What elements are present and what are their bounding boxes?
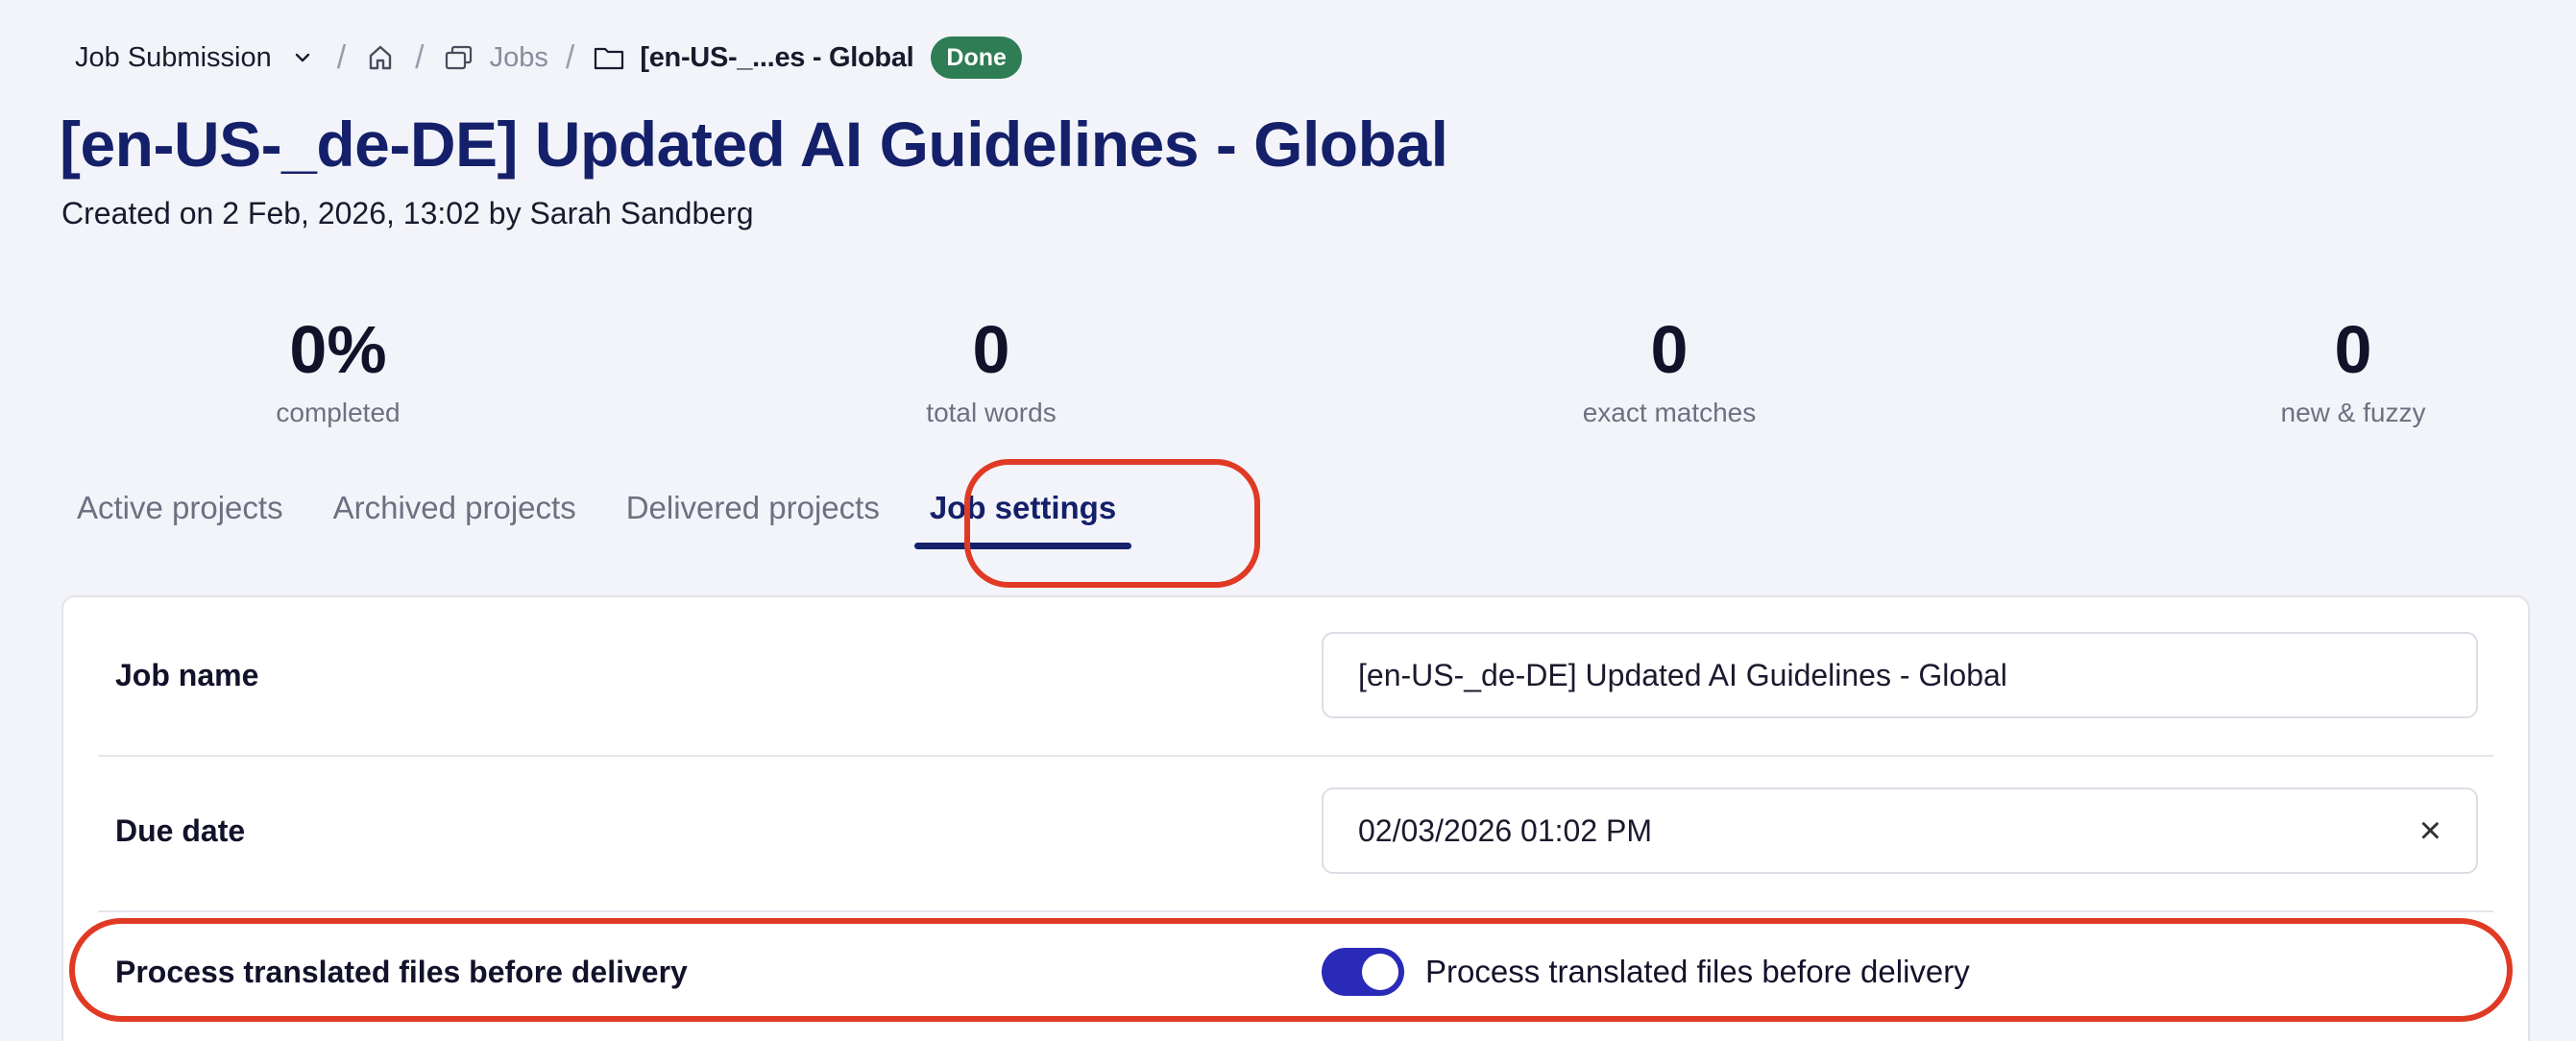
- tab-active-projects[interactable]: Active projects: [77, 480, 283, 549]
- breadcrumb-jobs[interactable]: Jobs: [442, 40, 548, 75]
- due-date-value: 02/03/2026 01:02 PM: [1358, 812, 1653, 848]
- job-name-label: Job name: [115, 657, 259, 692]
- stat-label: exact matches: [1582, 398, 1757, 427]
- folder-icon: [592, 40, 626, 75]
- job-name-input[interactable]: [en-US-_de-DE] Updated AI Guidelines - G…: [1322, 632, 2478, 718]
- breadcrumb-current-label: [en-US-_...es - Global: [640, 41, 914, 73]
- job-submission-dropdown[interactable]: Job Submission: [75, 40, 320, 75]
- breadcrumb-separator: /: [415, 38, 425, 76]
- stat-value: 0: [1650, 312, 1689, 387]
- highlight-annotation-tab: [964, 459, 1260, 588]
- job-name-row: Job name [en-US-_de-DE] Updated AI Guide…: [63, 632, 2528, 718]
- status-badge: Done: [931, 36, 1022, 79]
- divider: [98, 755, 2493, 757]
- job-name-value: [en-US-_de-DE] Updated AI Guidelines - G…: [1358, 657, 2007, 692]
- breadcrumb: Job Submission / / Jobs / [en-US-_...es …: [75, 35, 1022, 81]
- breadcrumb-jobs-label: Jobs: [489, 41, 548, 73]
- page-subtitle: Created on 2 Feb, 2026, 13:02 by Sarah S…: [61, 196, 754, 230]
- breadcrumb-current: [en-US-_...es - Global: [592, 40, 914, 75]
- divider: [98, 910, 2493, 912]
- due-date-input[interactable]: 02/03/2026 01:02 PM ×: [1322, 787, 2478, 874]
- stat-value: 0: [972, 312, 1010, 387]
- stat-label: completed: [276, 398, 401, 427]
- page-title: [en-US-_de-DE] Updated AI Guidelines - G…: [60, 109, 1448, 180]
- stat-value: 0%: [289, 312, 387, 387]
- stat-total-words: 0 total words: [799, 309, 1183, 428]
- home-icon[interactable]: [363, 40, 398, 75]
- breadcrumb-separator: /: [565, 38, 575, 76]
- highlight-annotation-row: [69, 918, 2513, 1022]
- due-date-row: Due date 02/03/2026 01:02 PM ×: [63, 787, 2528, 874]
- tab-archived-projects[interactable]: Archived projects: [333, 480, 576, 549]
- tab-delivered-projects[interactable]: Delivered projects: [626, 480, 880, 549]
- clear-icon[interactable]: ×: [2419, 810, 2442, 853]
- stat-exact-matches: 0 exact matches: [1477, 309, 1861, 428]
- stat-new-fuzzy: 0 new & fuzzy: [2161, 309, 2545, 428]
- page: Job Submission / / Jobs / [en-US-_...es …: [0, 0, 2576, 1041]
- breadcrumb-separator: /: [336, 38, 347, 76]
- due-date-label: Due date: [115, 812, 246, 848]
- chevron-down-icon: [285, 40, 320, 75]
- copy-folders-icon: [442, 40, 476, 75]
- stat-completed: 0% completed: [146, 309, 530, 428]
- job-submission-label: Job Submission: [75, 41, 272, 73]
- stat-label: total words: [926, 398, 1057, 427]
- stat-label: new & fuzzy: [2280, 398, 2426, 427]
- stat-value: 0: [2334, 312, 2372, 387]
